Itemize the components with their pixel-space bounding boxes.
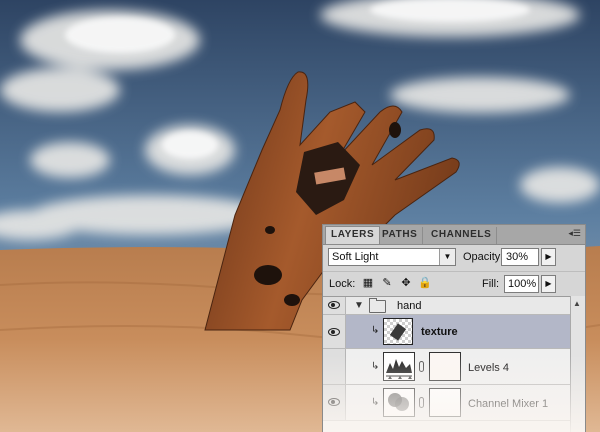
levels-adjustment-icon — [383, 352, 415, 381]
opacity-label: Opacity: — [463, 251, 504, 263]
blend-opacity-row: Soft Light ▼ Opacity: 30% ▶ — [323, 246, 585, 270]
clipping-mask-icon: ↳ — [371, 325, 380, 336]
clipping-mask-icon: ↳ — [371, 397, 380, 408]
tab-layers[interactable]: LAYERS — [325, 226, 381, 244]
fill-slider-button[interactable]: ▶ — [541, 275, 556, 293]
layer-name: texture — [421, 326, 458, 338]
visibility-toggle[interactable] — [323, 297, 346, 314]
fill-field[interactable]: 100% — [504, 275, 539, 293]
chevron-down-icon: ▼ — [439, 249, 455, 265]
eye-icon — [328, 398, 340, 406]
panel-tab-bar: LAYERS PATHS CHANNELS ◂☰ — [323, 225, 585, 245]
lock-fill-row: Lock: ▦ ✎ ✥ 🔒 Fill: 100% ▶ — [323, 271, 585, 296]
lock-label: Lock: — [329, 278, 356, 290]
tab-channels[interactable]: CHANNELS — [426, 227, 498, 244]
layer-name: Channel Mixer 1 — [468, 398, 549, 410]
link-icon — [419, 397, 424, 408]
folder-icon — [369, 298, 386, 313]
fill-label: Fill: — [482, 278, 500, 290]
scroll-up-icon[interactable]: ▲ — [573, 299, 581, 308]
eye-icon — [328, 328, 340, 336]
lock-position-icon[interactable]: ✥ — [399, 276, 413, 290]
layer-row-texture[interactable]: ↳ texture — [323, 315, 573, 349]
expand-arrow-icon[interactable]: ▼ — [354, 300, 364, 311]
layer-mask-thumbnail — [429, 352, 461, 381]
panel-menu-icon[interactable]: ◂☰ — [568, 228, 581, 239]
channel-mixer-icon — [383, 388, 415, 417]
clipping-mask-icon: ↳ — [371, 361, 380, 372]
tab-paths[interactable]: PATHS — [377, 227, 424, 244]
layers-scrollbar[interactable]: ▲ — [570, 296, 585, 432]
layer-row-channel-mixer[interactable]: ↳ Channel Mixer 1 — [323, 385, 573, 421]
lock-all-icon[interactable]: 🔒 — [418, 276, 432, 290]
layers-panel: LAYERS PATHS CHANNELS ◂☰ Soft Light ▼ Op… — [322, 224, 586, 432]
lock-transparent-pixels-icon[interactable]: ▦ — [361, 276, 375, 290]
opacity-slider-button[interactable]: ▶ — [541, 248, 556, 266]
link-icon — [419, 361, 424, 372]
layers-list: ▼ hand ↳ texture ↳ Levels 4 ↳ Channel Mi… — [323, 296, 573, 432]
opacity-field[interactable]: 30% — [501, 248, 539, 266]
visibility-toggle[interactable] — [323, 349, 346, 384]
layer-mask-thumbnail — [429, 388, 461, 417]
blend-mode-value: Soft Light — [332, 251, 379, 263]
layer-row-levels[interactable]: ↳ Levels 4 — [323, 349, 573, 385]
lock-image-pixels-icon[interactable]: ✎ — [380, 276, 394, 290]
layer-row-hand[interactable]: ▼ hand — [323, 297, 573, 315]
blend-mode-select[interactable]: Soft Light ▼ — [328, 248, 456, 266]
layer-thumbnail — [383, 318, 413, 345]
layer-name: hand — [397, 300, 422, 312]
visibility-toggle[interactable] — [323, 315, 346, 348]
eye-icon — [328, 301, 340, 309]
visibility-toggle[interactable] — [323, 385, 346, 420]
layer-name: Levels 4 — [468, 362, 509, 374]
